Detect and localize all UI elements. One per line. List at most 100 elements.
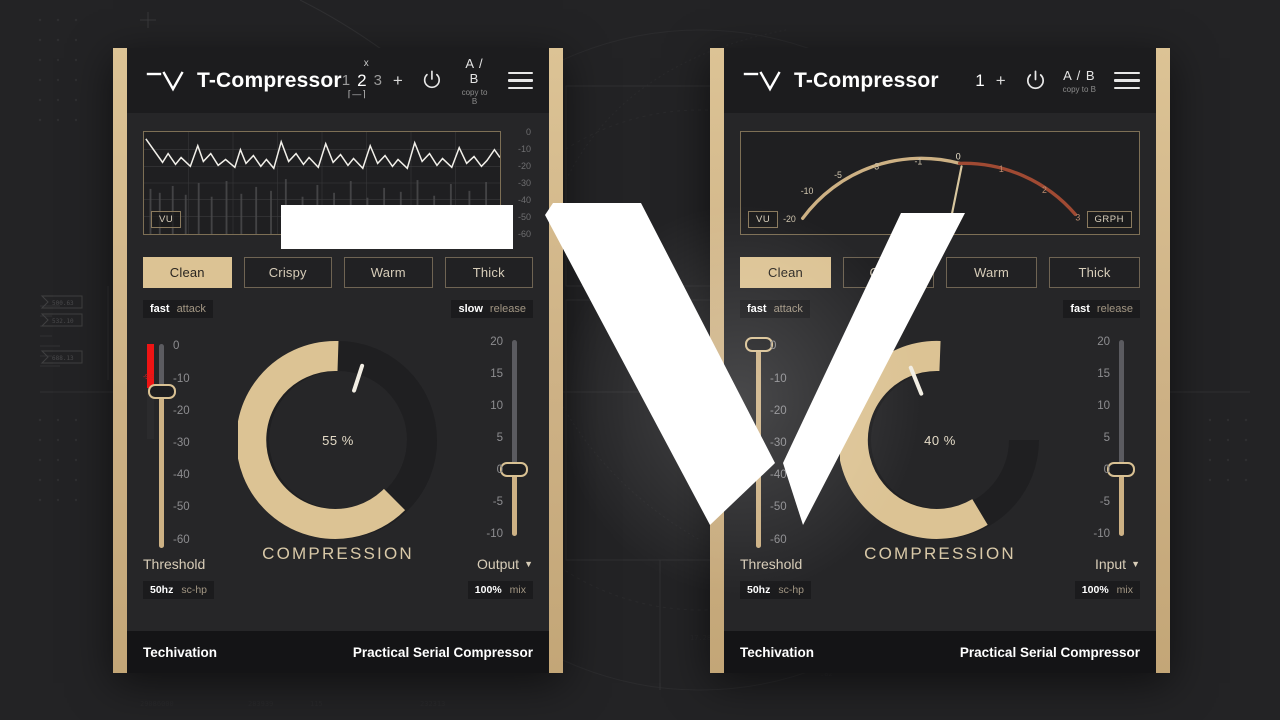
add-preset-button[interactable]: + <box>996 72 1006 89</box>
main-controls: -9.3 0 -10 -20 -30 -40 -50 -60 Threshold… <box>127 318 549 631</box>
output-tick: 0 <box>496 464 503 476</box>
output-tick: 20 <box>490 336 503 348</box>
panel-edge-left <box>710 48 724 673</box>
sidechain-control[interactable]: 50hz sc-hp <box>143 581 215 599</box>
ab-compare-button[interactable]: A / B copy to B <box>459 56 491 106</box>
input-label: Input <box>1094 556 1127 572</box>
threshold-tick: -10 <box>770 373 787 385</box>
preset-selector[interactable]: x 1 2 3 + ⌈—⌉ <box>342 58 403 99</box>
ab-label: A / B <box>1063 67 1096 83</box>
compression-knob[interactable]: 55 % <box>238 340 438 540</box>
character-option-clean[interactable]: Clean <box>740 257 831 288</box>
preset-slot-1[interactable]: 1 <box>342 73 350 88</box>
threshold-tick: 0 <box>173 340 180 352</box>
mix-control[interactable]: 100% mix <box>1074 581 1140 599</box>
vu-tick: 1 <box>999 164 1004 174</box>
threshold-track[interactable] <box>756 344 761 548</box>
preset-selector[interactable]: 1 + <box>975 72 1005 89</box>
vu-tick: -20 <box>783 214 796 224</box>
compression-section: 55 % COMPRESSION <box>235 332 441 631</box>
ab-label: A / B <box>465 55 484 86</box>
mix-control[interactable]: 100% mix <box>467 581 533 599</box>
plugin-header: T-Compressor 1 + A / B copy to B <box>724 48 1156 113</box>
character-option-clean[interactable]: Clean <box>143 257 232 288</box>
character-selector: Clean Crispy Warm Thick <box>127 235 549 288</box>
attack-value: fast <box>747 303 767 315</box>
display-mode-vu-button[interactable]: VU <box>748 211 779 228</box>
release-value: slow <box>458 303 483 315</box>
vu-tick: -1 <box>915 156 923 166</box>
input-track[interactable] <box>1119 340 1124 536</box>
preset-x-marker: x <box>363 58 369 69</box>
attack-release-row: fast attack fast release <box>724 288 1156 318</box>
display-mode-vu-button[interactable]: VU <box>151 211 182 228</box>
output-handle[interactable] <box>500 462 528 477</box>
threshold-tick: -50 <box>770 501 787 513</box>
panel-edge-left <box>113 48 127 673</box>
release-control[interactable]: fast release <box>1063 300 1140 318</box>
character-selector: Clean Crispy Warm Thick <box>724 235 1156 288</box>
bg-callout-1: 532.10 <box>52 318 74 325</box>
panel-edge-right <box>549 48 563 673</box>
threshold-tick: -20 <box>770 405 787 417</box>
threshold-tick: 0 <box>770 340 777 352</box>
techivation-v-logo-icon <box>145 66 187 96</box>
output-dropdown[interactable]: Output ▼ <box>477 556 533 572</box>
attack-release-row: fast attack slow release <box>127 288 549 318</box>
character-option-warm[interactable]: Warm <box>946 257 1037 288</box>
character-option-thick[interactable]: Thick <box>444 257 533 288</box>
input-tick: 15 <box>1097 368 1110 380</box>
release-label: release <box>489 303 526 315</box>
sidechain-frequency: 50hz <box>150 584 174 596</box>
display-mode-graph-button[interactable]: GRPH <box>1086 211 1132 228</box>
output-tick: 15 <box>490 368 503 380</box>
hamburger-menu-icon[interactable] <box>508 71 534 90</box>
release-value: fast <box>1070 303 1090 315</box>
input-section: 20 15 10 5 0 -5 -10 Input ▼ 100% mix <box>1048 332 1140 631</box>
threshold-track[interactable] <box>159 344 164 548</box>
threshold-label: Threshold <box>740 556 803 572</box>
hamburger-menu-icon[interactable] <box>1114 71 1140 90</box>
release-control[interactable]: slow release <box>451 300 533 318</box>
input-handle[interactable] <box>1107 462 1135 477</box>
character-option-crispy[interactable]: Crispy <box>243 257 332 288</box>
bg-callout-2: 688.13 <box>52 355 74 362</box>
display-area: VU GRPH 0 -10 -20 -30 -40 -50 -60 <box>127 113 549 239</box>
ab-copy-label: copy to B <box>461 87 488 106</box>
threshold-handle[interactable] <box>745 337 773 352</box>
character-option-warm[interactable]: Warm <box>344 257 433 288</box>
plugin-footer: Techivation Practical Serial Compressor <box>127 631 549 673</box>
threshold-tick: -10 <box>173 373 190 385</box>
display-mode-graph-button[interactable]: GRPH <box>447 211 493 228</box>
sidechain-label: sc-hp <box>181 584 208 596</box>
character-option-thick[interactable]: Thick <box>1049 257 1140 288</box>
compression-label: COMPRESSION <box>864 544 1016 563</box>
vu-display[interactable]: -20 -10 -5 -3 -1 0 1 2 3 VU GRPH <box>740 131 1140 235</box>
attack-control[interactable]: fast attack <box>143 300 213 318</box>
display-scale-left: 0 -10 -20 -30 -40 -50 -60 <box>501 127 533 239</box>
input-tick: 20 <box>1097 336 1110 348</box>
threshold-tick: -60 <box>770 534 787 546</box>
attack-control[interactable]: fast attack <box>740 300 810 318</box>
threshold-handle[interactable] <box>148 384 176 399</box>
sidechain-control[interactable]: 50hz sc-hp <box>740 581 812 599</box>
scale-tick: -60 <box>517 229 531 239</box>
input-dropdown[interactable]: Input ▼ <box>1095 556 1140 572</box>
scale-tick: -40 <box>517 195 531 205</box>
preset-slot-3[interactable]: 3 <box>374 73 382 88</box>
plugin-header: T-Compressor x 1 2 3 + ⌈—⌉ A / B copy to… <box>127 48 549 113</box>
svg-text:115: 115 <box>310 700 323 708</box>
compression-knob[interactable]: 40 % <box>840 340 1040 540</box>
scale-tick: 0 <box>525 127 531 137</box>
preset-slot-1[interactable]: 1 <box>975 72 984 89</box>
character-option-crispy[interactable]: Crispy <box>843 257 934 288</box>
power-icon[interactable] <box>421 69 443 92</box>
graph-display[interactable]: VU GRPH <box>143 131 501 235</box>
preset-slot-2[interactable]: 2 <box>357 72 366 89</box>
ab-compare-button[interactable]: A / B copy to B <box>1063 68 1096 94</box>
power-icon[interactable] <box>1024 69 1047 92</box>
output-track[interactable] <box>512 340 517 536</box>
add-preset-button[interactable]: + <box>393 72 403 89</box>
scale-tick: -30 <box>517 178 531 188</box>
threshold-tick: -20 <box>173 405 190 417</box>
